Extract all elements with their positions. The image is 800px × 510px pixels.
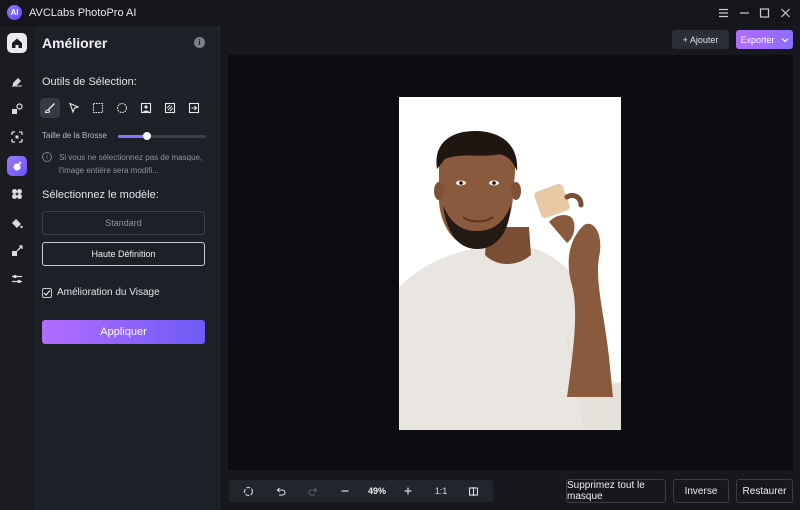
brush-tool-icon[interactable] [40, 98, 60, 118]
eraser-icon[interactable] [7, 71, 27, 91]
mask-hint-text: Si vous ne sélectionnez pas de masque, l… [59, 153, 203, 175]
brush-size-slider[interactable] [118, 132, 206, 140]
pinwheel-icon[interactable] [7, 184, 27, 204]
model-standard-button[interactable]: Standard [42, 211, 205, 235]
info-icon[interactable]: i [194, 37, 205, 48]
zoom-in-icon[interactable] [398, 480, 418, 502]
enhance-icon[interactable] [7, 156, 27, 176]
portrait-select-icon[interactable] [136, 98, 156, 118]
add-button[interactable]: + Ajouter [672, 30, 729, 49]
face-enhance-checkbox[interactable] [42, 288, 52, 298]
minimize-icon[interactable] [735, 4, 753, 22]
title-bar: AI AVCLabs PhotoPro AI [0, 0, 800, 26]
model-hd-button[interactable]: Haute Définition [42, 242, 205, 266]
apply-button[interactable]: Appliquer [42, 320, 205, 344]
replace-icon[interactable] [7, 99, 27, 119]
slash-select-icon[interactable] [160, 98, 180, 118]
rectangle-select-icon[interactable] [88, 98, 108, 118]
zoom-toolbar [229, 480, 493, 502]
import-mask-icon[interactable] [184, 98, 204, 118]
tool-rail [0, 26, 34, 510]
inverse-button[interactable]: Inverse [673, 479, 729, 503]
home-icon[interactable] [7, 33, 27, 53]
app-logo-icon: AI [7, 5, 22, 20]
ellipse-select-icon[interactable] [112, 98, 132, 118]
zoom-value: 49% [367, 486, 386, 496]
chevron-down-icon [781, 37, 788, 42]
check-icon [43, 290, 51, 296]
menu-icon[interactable] [714, 4, 732, 22]
maximize-icon[interactable] [755, 4, 773, 22]
close-icon[interactable] [776, 4, 794, 22]
export-button[interactable]: Exporter [736, 30, 793, 49]
redo-icon[interactable] [303, 480, 323, 502]
clear-mask-button[interactable]: Supprimez tout le masque [566, 479, 666, 503]
app-title: AVCLabs PhotoPro AI [29, 7, 137, 19]
compare-icon[interactable] [463, 480, 483, 502]
adjust-sliders-icon[interactable] [7, 269, 27, 289]
brush-size-label: Taille de la Brosse [42, 131, 107, 140]
undo-icon[interactable] [270, 480, 290, 502]
lasso-pointer-icon[interactable] [64, 98, 84, 118]
resize-icon[interactable] [7, 241, 27, 261]
export-label: Exporter [740, 34, 775, 45]
crop-focus-icon[interactable] [7, 127, 27, 147]
brush-size-slider-knob[interactable] [143, 132, 152, 140]
selection-tools-label: Outils de Sélection: [42, 76, 137, 88]
zoom-out-icon[interactable] [335, 480, 355, 502]
photo-preview[interactable] [399, 97, 621, 430]
model-label: Sélectionnez le modèle: [42, 189, 159, 201]
hint-info-icon: i [42, 152, 52, 162]
selection-toolbar [40, 98, 204, 118]
actual-size-button[interactable]: 1:1 [430, 480, 452, 502]
portrait-image [399, 97, 621, 430]
paint-bucket-icon[interactable] [7, 213, 27, 233]
reset-view-icon[interactable] [238, 480, 258, 502]
enhance-panel: Améliorer i Outils de Sélection: Taille … [34, 26, 220, 510]
panel-title: Améliorer [42, 35, 108, 51]
face-enhance-label: Amélioration du Visage [57, 287, 160, 298]
restore-button[interactable]: Restaurer [736, 479, 793, 503]
